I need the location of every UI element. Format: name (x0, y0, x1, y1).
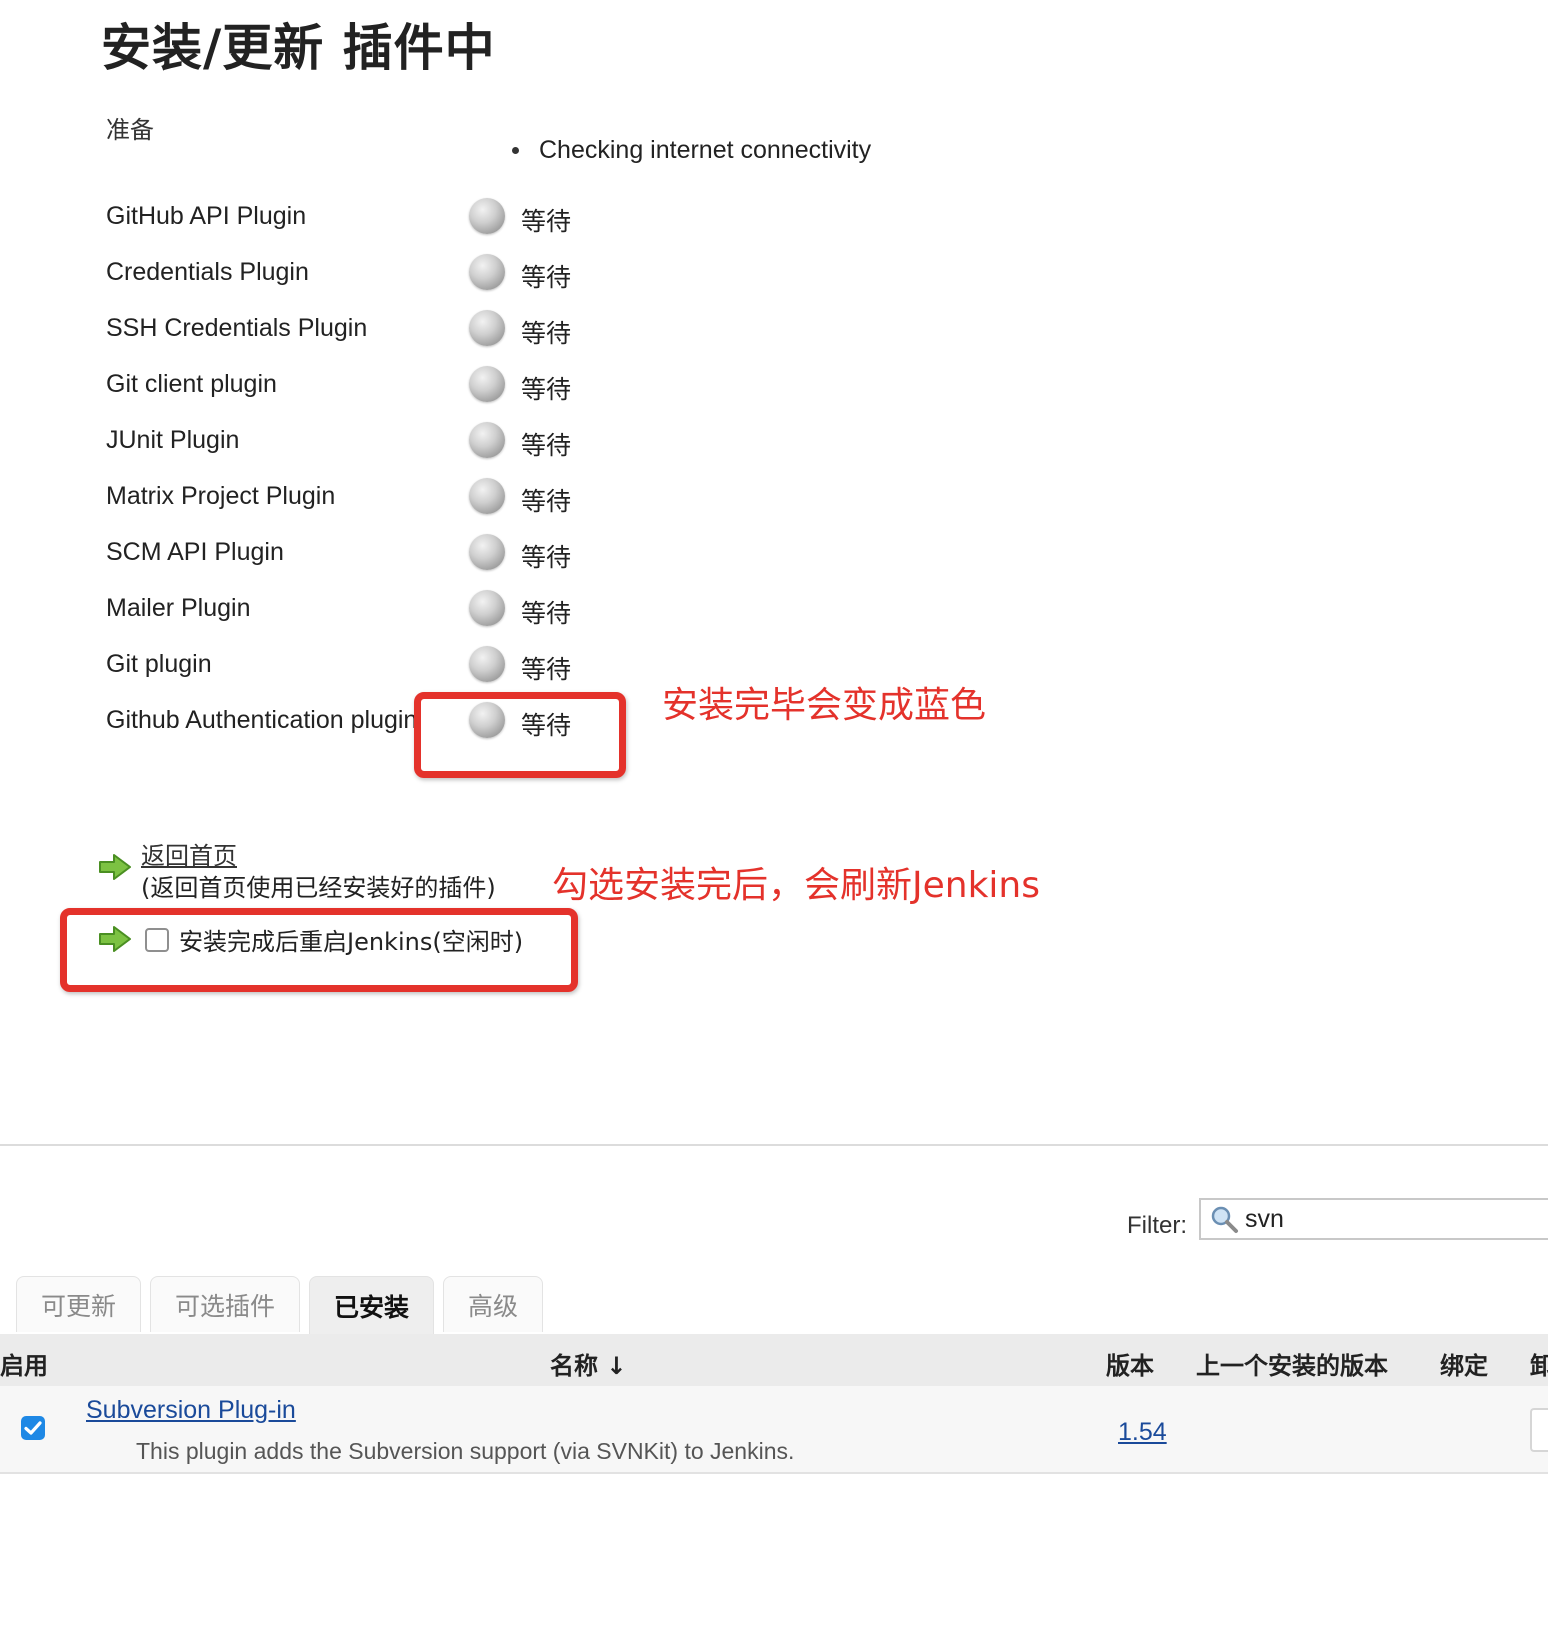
plugin-status: 等待 (521, 599, 572, 628)
restart-checkbox[interactable] (145, 927, 169, 952)
plugin-install-list: GitHub API Plugin 等待 Credentials Plugin … (106, 196, 706, 756)
tab-installed[interactable]: 已安装 (309, 1276, 435, 1334)
section-divider (0, 1144, 1548, 1146)
restart-option: 安装完成后重启Jenkins(空闲时) (145, 922, 523, 957)
plugin-link[interactable]: Subversion Plug-in (86, 1396, 296, 1425)
column-version[interactable]: 版本 (1106, 1346, 1154, 1381)
tab-available[interactable]: 可选插件 (150, 1276, 301, 1332)
plugin-status: 等待 (521, 207, 572, 236)
plugin-row: JUnit Plugin 等待 (106, 420, 706, 476)
bullet-icon (512, 147, 519, 154)
green-arrow-icon (99, 926, 131, 952)
plugin-status: 等待 (521, 319, 572, 348)
grey-ball-icon (469, 366, 505, 402)
section-label: 准备 (106, 116, 154, 144)
back-home-note: (返回首页使用已经安装好的插件) (141, 874, 496, 902)
column-pinned[interactable]: 绑定 (1440, 1346, 1488, 1381)
plugin-name: SSH Credentials Plugin (106, 314, 368, 342)
search-icon (1211, 1206, 1238, 1233)
plugin-status: 等待 (521, 655, 572, 684)
plugin-name: Git plugin (106, 650, 212, 678)
grey-ball-icon (469, 198, 505, 234)
plugin-row: Matrix Project Plugin 等待 (106, 476, 706, 532)
plugin-row: Credentials Plugin 等待 (106, 252, 706, 308)
enabled-checkbox[interactable] (21, 1416, 45, 1440)
table-header: 启用 名称 ↓ 版本 上一个安装的版本 绑定 卸 (0, 1334, 1548, 1386)
connectivity-item: Checking internet connectivity (512, 136, 871, 165)
filter-value: svn (1245, 1204, 1284, 1233)
plugin-name: GitHub API Plugin (106, 202, 307, 230)
grey-ball-icon (469, 422, 505, 458)
grey-ball-icon (469, 590, 505, 626)
table-row: Subversion Plug-in This plugin adds the … (0, 1386, 1548, 1474)
grey-ball-icon (469, 254, 505, 290)
back-home-link[interactable]: 返回首页 (141, 836, 237, 871)
filter-input[interactable]: svn (1199, 1198, 1548, 1240)
annotation-box-status (414, 692, 626, 778)
plugin-status: 等待 (521, 431, 572, 460)
plugin-name: JUnit Plugin (106, 426, 240, 454)
version-link[interactable]: 1.54 (1118, 1418, 1167, 1447)
annotation-refresh-note: 勾选安装完后，会刷新Jenkins (552, 865, 1041, 906)
plugin-status: 等待 (521, 263, 572, 292)
grey-ball-icon (469, 646, 505, 682)
plugin-row: Mailer Plugin 等待 (106, 588, 706, 644)
connectivity-text: Checking internet connectivity (539, 136, 872, 164)
plugin-row: Git client plugin 等待 (106, 364, 706, 420)
grey-ball-icon (469, 310, 505, 346)
plugin-row: SSH Credentials Plugin 等待 (106, 308, 706, 364)
plugin-name: Github Authentication plugin (106, 706, 418, 734)
plugin-name: Mailer Plugin (106, 594, 251, 622)
plugin-tabs: 可更新 可选插件 已安装 高级 (16, 1276, 552, 1334)
page-title: 安装/更新 插件中 (101, 19, 496, 77)
plugin-name: Git client plugin (106, 370, 277, 398)
uninstall-button[interactable] (1530, 1408, 1548, 1452)
filter-label: Filter: (1127, 1212, 1187, 1239)
restart-label: 安装完成后重启Jenkins(空闲时) (179, 928, 524, 956)
plugin-name: Matrix Project Plugin (106, 482, 336, 510)
plugin-name: Credentials Plugin (106, 258, 309, 286)
plugin-name: SCM API Plugin (106, 538, 284, 566)
column-name[interactable]: 名称 ↓ (550, 1346, 626, 1381)
annotation-blue-note: 安装完毕会变成蓝色 (662, 685, 987, 726)
tab-updates[interactable]: 可更新 (16, 1276, 142, 1332)
column-previous-version[interactable]: 上一个安装的版本 (1196, 1346, 1388, 1381)
column-enabled: 启用 (0, 1352, 48, 1380)
checkmark-icon (24, 1421, 42, 1435)
column-uninstall: 卸 (1530, 1352, 1548, 1380)
plugin-row: GitHub API Plugin 等待 (106, 196, 706, 252)
grey-ball-icon (469, 478, 505, 514)
plugin-status: 等待 (521, 375, 572, 404)
tab-advanced[interactable]: 高级 (443, 1276, 544, 1332)
grey-ball-icon (469, 534, 505, 570)
plugin-row: SCM API Plugin 等待 (106, 532, 706, 588)
plugin-status: 等待 (521, 543, 572, 572)
green-arrow-icon (99, 854, 131, 880)
plugin-description: This plugin adds the Subversion support … (136, 1438, 795, 1464)
plugin-status: 等待 (521, 487, 572, 516)
